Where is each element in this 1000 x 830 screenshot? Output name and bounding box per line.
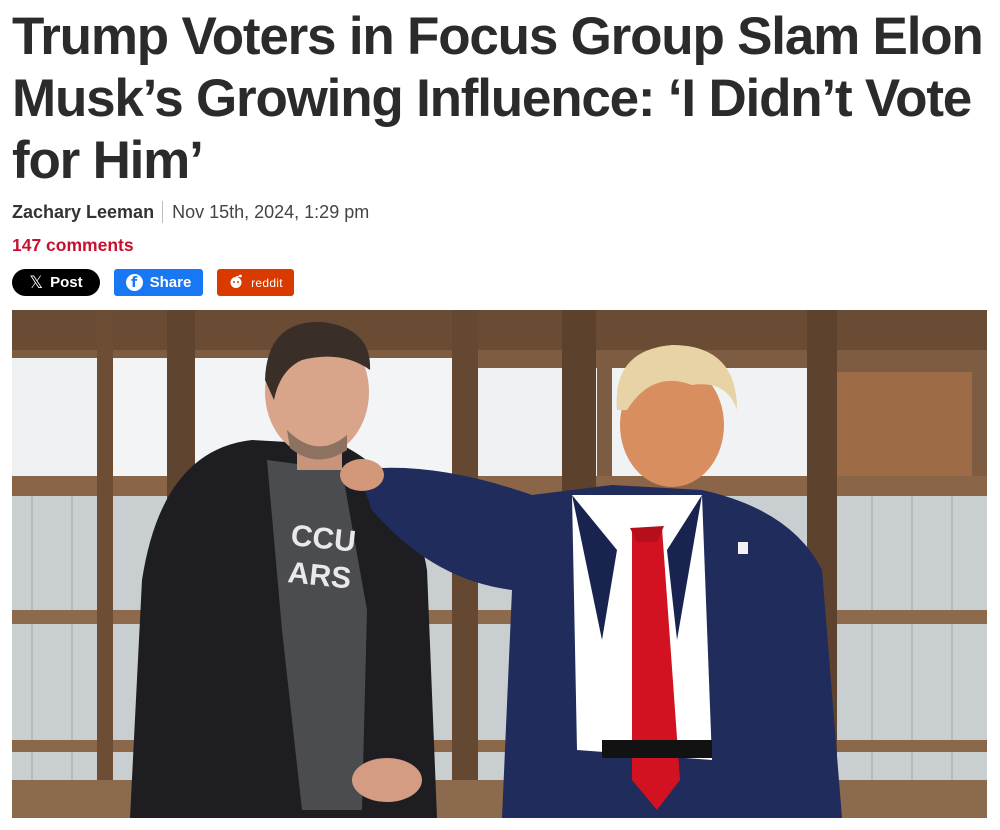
- share-buttons: 𝕏 Post f Share reddit: [12, 269, 294, 296]
- publish-date: Nov 15th, 2024, 1:29 pm: [172, 201, 370, 222]
- x-post-button[interactable]: 𝕏 Post: [12, 269, 100, 296]
- article-headline: Trump Voters in Focus Group Slam Elon Mu…: [12, 7, 984, 190]
- x-post-label: Post: [50, 274, 83, 291]
- reddit-share-label: reddit: [251, 275, 283, 290]
- facebook-share-button[interactable]: f Share: [114, 269, 203, 296]
- article-hero-image: CCU ARS: [12, 310, 987, 818]
- facebook-icon: f: [125, 274, 143, 291]
- reddit-icon: [228, 273, 244, 292]
- shirt-text-line1: CCU: [289, 519, 357, 559]
- x-logo-icon: 𝕏: [29, 272, 44, 292]
- author-link[interactable]: Zachary Leeman: [12, 202, 154, 223]
- reddit-share-button[interactable]: reddit: [217, 269, 294, 296]
- facebook-share-label: Share: [149, 274, 192, 291]
- byline-divider: [162, 201, 164, 223]
- byline: Zachary Leeman Nov 15th, 2024, 1:29 pm: [12, 200, 369, 224]
- comments-link[interactable]: 147 comments: [12, 235, 134, 256]
- shirt-text-line2: ARS: [286, 556, 352, 595]
